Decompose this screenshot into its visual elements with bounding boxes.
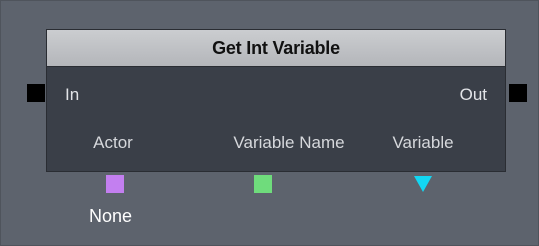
input-exec-port[interactable] xyxy=(27,84,45,102)
actor-variable-label: Actor xyxy=(93,133,133,152)
variable-name-port[interactable] xyxy=(254,175,272,193)
out-port-label: Out xyxy=(459,85,487,104)
node-header[interactable]: Get Int Variable xyxy=(47,30,505,67)
node-body: In Out Actor Variable Name Variable xyxy=(47,67,505,171)
variable-output-port[interactable] xyxy=(414,176,432,192)
actor-value-label: None xyxy=(89,206,133,226)
output-exec-port[interactable] xyxy=(509,84,527,102)
sequence-node[interactable]: Get Int Variable In Out Actor Variable N… xyxy=(46,29,506,172)
variable-name-label: Variable Name xyxy=(233,133,345,152)
node-title: Get Int Variable xyxy=(212,37,340,58)
in-port-label: In xyxy=(65,85,80,104)
actor-variable-port[interactable] xyxy=(106,175,124,193)
variable-output-label: Variable xyxy=(392,133,454,152)
